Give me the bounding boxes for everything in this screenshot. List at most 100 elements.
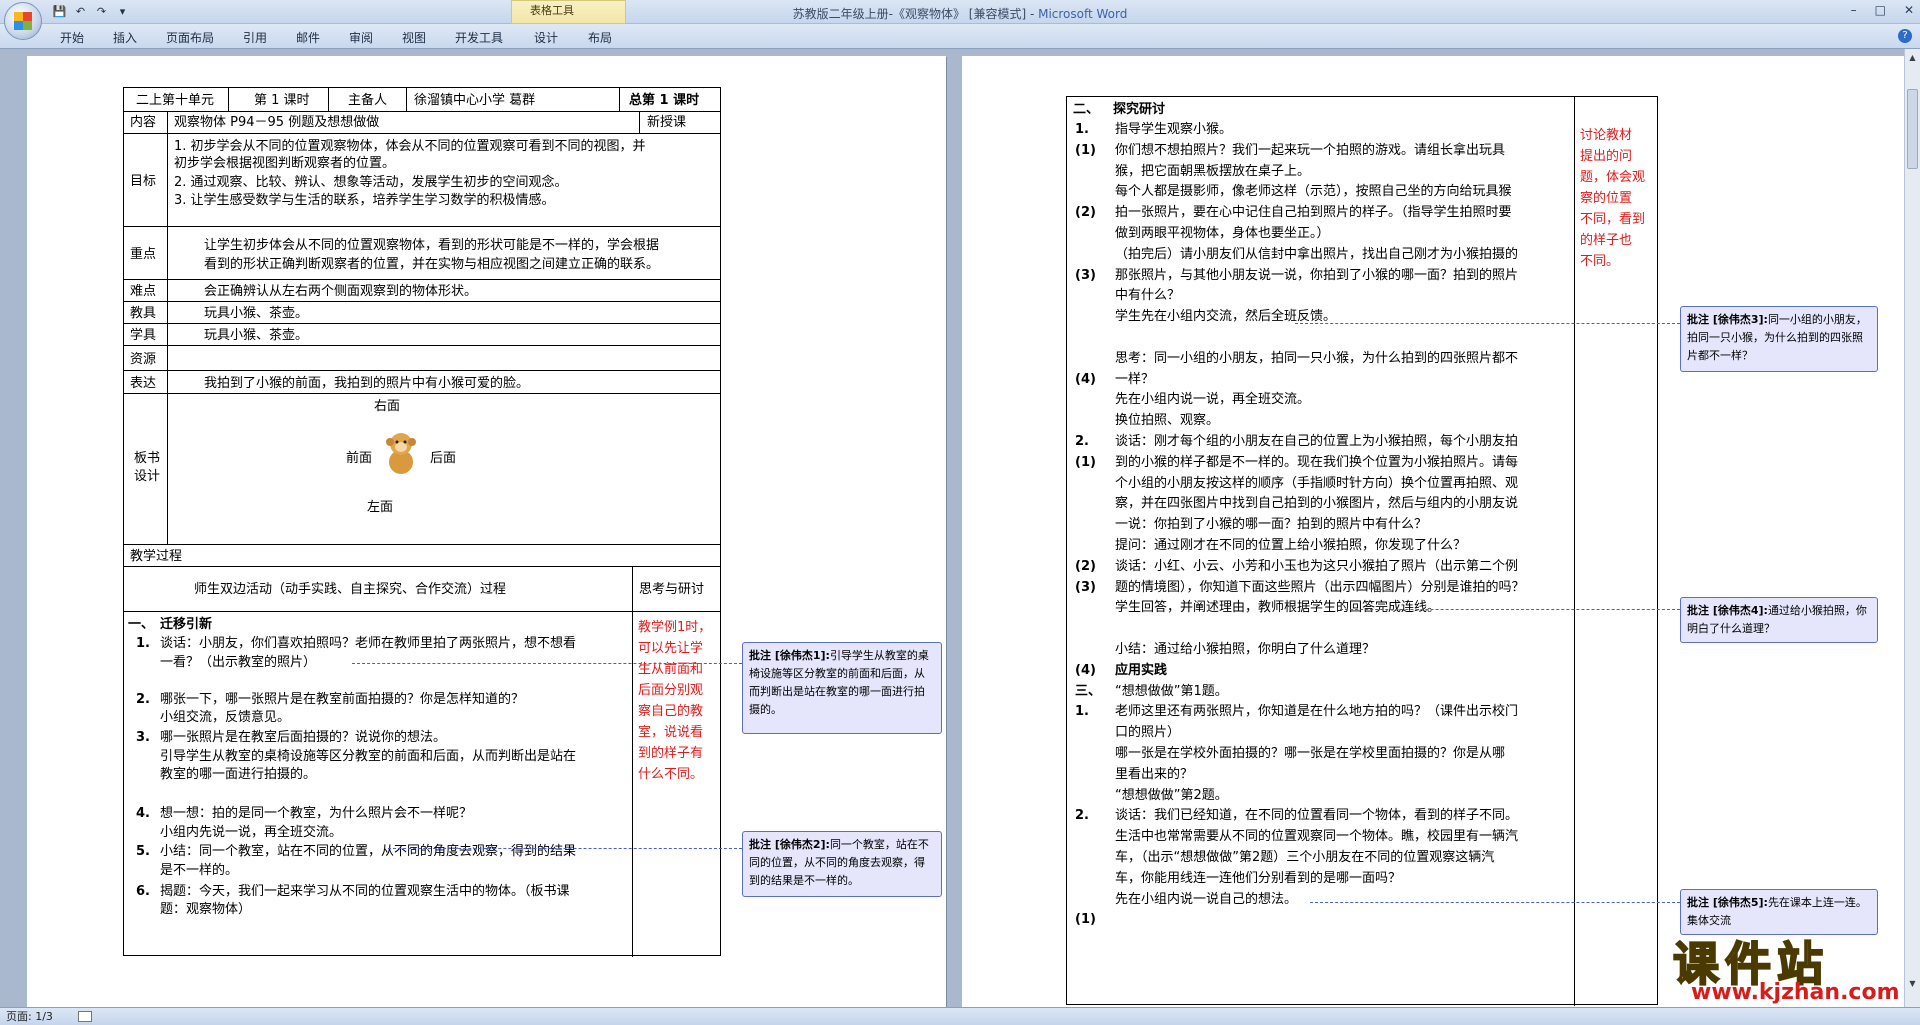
comment-4[interactable]: 批注 [徐伟杰4]:通过给小猴拍照，你明白了什么道理？ [1680, 597, 1878, 643]
scroll-up-icon[interactable]: ▲ [1907, 53, 1918, 64]
office-button[interactable] [4, 2, 42, 40]
comment-author: 批注 [徐伟杰5]: [1687, 896, 1768, 909]
help-icon[interactable]: ? [1898, 29, 1912, 43]
comment-connector [1310, 902, 1680, 903]
tab-layout[interactable]: 布局 [588, 29, 612, 46]
process-line: 生活中也常常需要从不同的位置观察同一个物体。瞧，校园里有一辆汽 [1115, 829, 1519, 845]
table-tools-context-label: 表格工具 [511, 0, 626, 24]
comment-author: 批注 [徐伟杰4]: [1687, 604, 1768, 617]
tab-review[interactable]: 审阅 [349, 29, 373, 46]
think-note-line: 什么不同。 [638, 767, 704, 782]
tab-developer[interactable]: 开发工具 [455, 29, 503, 46]
comment-2[interactable]: 批注 [徐伟杰2]:同一个教室，站在不同的位置，从不同的角度去观察，得到的结果是… [742, 831, 942, 897]
maximize-button[interactable]: □ [1875, 3, 1886, 17]
section-title: 探究研讨 [1113, 102, 1166, 117]
item-line: 小组交流，反馈意见。 [160, 710, 291, 725]
process-line: 每个人都是摄影师，像老师这样（示范），按照自己坐的方向给玩具猴 [1115, 184, 1512, 200]
document-page-2: 二、 探究研讨 1. 指导学生观察小猴。 (1) 你们想不想拍照片？我们一起来玩一个拍… [962, 56, 1904, 1007]
page-count[interactable]: 页面: 1/3 [6, 1010, 53, 1023]
think-note-line: 题，体会观 [1580, 170, 1646, 185]
board-design-label: 设计 [134, 469, 161, 484]
row-divider [124, 370, 720, 371]
line-number: 1. [1075, 704, 1089, 720]
line-number: (2) [1075, 205, 1096, 221]
tab-home[interactable]: 开始 [60, 29, 84, 46]
think-note-line: 察的位置 [1580, 191, 1633, 206]
think-note-line: 的样子也 [1580, 233, 1633, 248]
process-line: 应用实践 [1115, 662, 1168, 678]
content-label: 内容 [130, 115, 157, 130]
proofing-icon[interactable] [78, 1011, 92, 1022]
col-divider [639, 111, 640, 133]
student-aids-value: 玩具小猴、茶壶。 [204, 328, 309, 343]
minimize-button[interactable]: – [1851, 3, 1857, 17]
item-line: 哪张一下，哪一张照片是在教室前面拍摄的？你是怎样知道的？ [160, 692, 525, 707]
host-label: 主备人 [348, 93, 388, 108]
tab-mailings[interactable]: 邮件 [296, 29, 320, 46]
watermark-logo: 课件站 www.kjzhan.com [1672, 928, 1903, 1006]
row-divider [124, 345, 720, 346]
line-number: 2. [1075, 434, 1089, 449]
lesson-type: 新授课 [647, 115, 687, 130]
process-line: 谈话：我们已经知道，在不同的位置看同一个物体，看到的样子不同。 [1115, 808, 1519, 824]
difficulty-value: 会正确辨认从左右两个侧面观察到的物体形状。 [204, 284, 478, 299]
col-divider [167, 111, 168, 544]
think-note-line: 可以先让学 [638, 641, 704, 656]
scroll-down-icon[interactable]: ▼ [1907, 979, 1918, 990]
unit-label: 二上第十单元 [136, 93, 215, 108]
board-design-label: 板书 [134, 451, 161, 466]
col-divider [406, 88, 407, 111]
process-line: “想想做做”第2题。 [1115, 787, 1228, 803]
close-button[interactable]: ✕ [1904, 3, 1914, 17]
key-point-label: 重点 [130, 247, 157, 262]
process-line: 学生回答，并阐述理由，教师根据学生的回答完成连线。 [1115, 600, 1441, 616]
comment-1[interactable]: 批注 [徐伟杰1]:引导学生从教室的桌椅设施等区分教室的前面和后面，从而判断出是… [742, 642, 942, 734]
process-line: 思考：同一小组的小朋友，拍同一只小猴，为什么拍到的四张照片都不 [1115, 350, 1519, 366]
host-value: 徐溜镇中心小学 葛群 [414, 93, 536, 108]
tab-insert[interactable]: 插入 [113, 29, 137, 46]
key-point-line: 让学生初步体会从不同的位置观察物体，看到的形状可能是不一样的，学会根据 [204, 238, 660, 253]
process-label: 教学过程 [130, 549, 183, 564]
process-line: 老师这里还有两张照片，你知道是在什么地方拍的吗？（课件出示校门 [1115, 704, 1519, 720]
tab-view[interactable]: 视图 [402, 29, 426, 46]
teaching-aids-value: 玩具小猴、茶壶。 [204, 306, 309, 321]
line-number: (1) [1075, 912, 1096, 928]
comment-author: 批注 [徐伟杰3]: [1687, 313, 1768, 326]
line-number: 2. [1075, 808, 1089, 824]
tab-design[interactable]: 设计 [534, 29, 558, 46]
tab-references[interactable]: 引用 [243, 29, 267, 46]
vertical-scrollbar[interactable]: ▲ ▼ [1904, 49, 1920, 1007]
think-note-line: 讨论教材 [1580, 128, 1633, 143]
difficulty-label: 难点 [130, 284, 157, 299]
process-line: 那张照片，与其他小朋友说一说，你拍到了小猴的哪一面？拍到的照片 [1115, 267, 1519, 283]
process-line: “想想做做”第1题。 [1115, 683, 1228, 699]
scrollbar-thumb[interactable] [1907, 89, 1918, 169]
think-note-line: 察自己的教 [638, 704, 704, 719]
process-line: 车，你能用线连一连他们分别看到的是哪一面吗？ [1115, 870, 1402, 886]
ribbon-tab-bar: 开始 插入 页面布局 引用 邮件 审阅 视图 开发工具 设计 布局 ? [0, 24, 1920, 49]
board-top-label: 右面 [374, 399, 401, 414]
row-divider [124, 279, 720, 280]
process-line: 里看出来的？ [1115, 766, 1194, 782]
key-point-line: 看到的形状正确判断观察者的位置，并在实物与相应视图之间建立正确的联系。 [204, 257, 660, 272]
comment-connector [1340, 609, 1680, 610]
line-number: 1. [1075, 122, 1089, 137]
process-line: 谈话：小红、小云、小芳和小玉也为这只小猴拍了照片（出示第二个例 [1115, 558, 1519, 574]
item-line: 引导学生从教室的桌椅设施等区分教室的前面和后面，从而判断出是站在 [160, 749, 577, 764]
line-number: (1) [1075, 142, 1096, 158]
col-divider [632, 566, 633, 957]
think-note-line: 教学例1时， [638, 620, 712, 635]
process-line: 中有什么？ [1115, 288, 1181, 304]
line-number: (4) [1075, 662, 1096, 678]
board-right-label: 后面 [430, 451, 457, 466]
resources-label: 资源 [130, 352, 157, 367]
comment-3[interactable]: 批注 [徐伟杰3]:同一小组的小朋友，拍同一只小猴，为什么拍到的四张照片都不一样… [1680, 306, 1878, 372]
item-line: 是不一样的。 [160, 863, 239, 878]
content-value: 观察物体 P94－95 例题及想想做做 [174, 115, 380, 130]
process-line: 一说：你拍到了小猴的哪一面？拍到的照片中有什么？ [1115, 517, 1428, 533]
tab-page-layout[interactable]: 页面布局 [166, 29, 214, 46]
process-line: 题的情境图），你知道下面这些照片（出示四幅图片）分别是谁拍的吗？ [1115, 579, 1525, 595]
goal-label: 目标 [130, 174, 157, 189]
activity-column-header: 师生双边活动（动手实践、自主探究、合作交流）过程 [194, 582, 507, 597]
item-number: 5. [136, 844, 150, 859]
